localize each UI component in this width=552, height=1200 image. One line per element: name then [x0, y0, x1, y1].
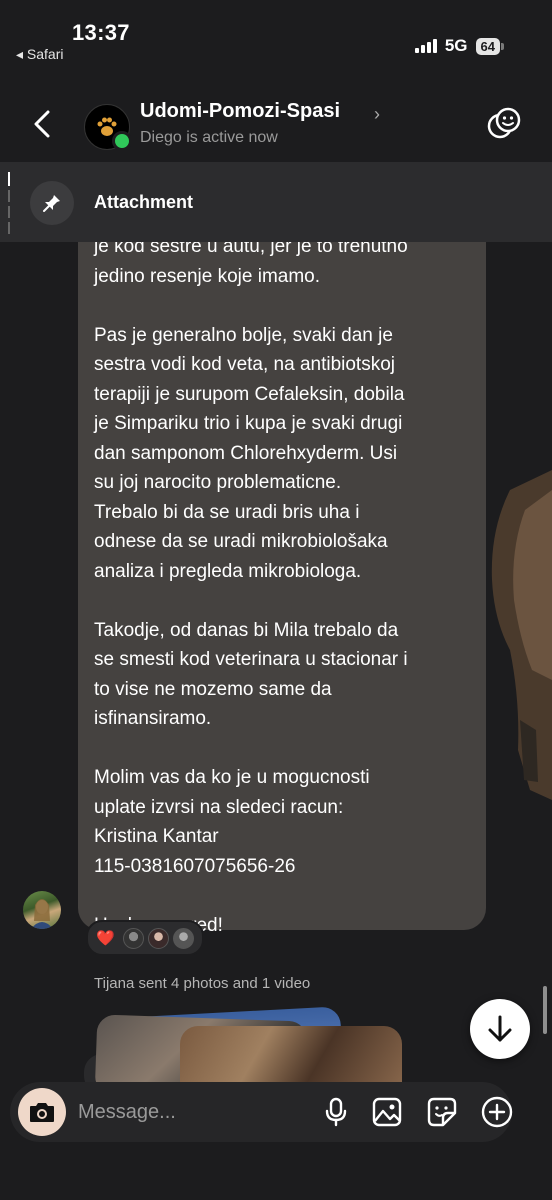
scrollbar[interactable] [543, 986, 547, 1034]
signal-icon [414, 39, 437, 53]
reactor-avatar [122, 927, 144, 949]
plus-icon[interactable] [481, 1096, 513, 1128]
chat-title[interactable]: Udomi-Pomozi-Spasi [140, 100, 340, 123]
gallery-icon[interactable] [371, 1096, 403, 1128]
network-label: 5G [444, 36, 468, 55]
pinned-label: Attachment [94, 192, 194, 212]
background-photo [480, 470, 552, 810]
battery-level: 64 [475, 37, 500, 55]
arrow-down-icon [488, 1015, 512, 1042]
reactions-bar[interactable]: ❤️ [86, 920, 204, 956]
online-status-dot [112, 131, 132, 151]
message-paragraph: Pas je generalno bolje, svaki dan je ses… [94, 324, 405, 582]
reactor-avatar [172, 927, 194, 949]
camera-icon [30, 1103, 54, 1122]
sticker-icon[interactable] [426, 1096, 458, 1128]
pin-icon [30, 181, 74, 225]
message-text: je kod sestre u autu, jer je to trenutno… [94, 232, 484, 940]
microphone-icon[interactable] [320, 1096, 352, 1128]
message-input[interactable] [78, 1096, 298, 1128]
media-sent-note: Tijana sent 4 photos and 1 video [94, 975, 311, 992]
back-chevron-icon[interactable] [28, 104, 58, 144]
reactor-avatar [147, 927, 169, 949]
active-status: Diego is active now [140, 129, 278, 146]
heart-reaction-icon: ❤️ [96, 930, 115, 947]
status-indicators: 5G 64 [414, 36, 504, 56]
scroll-to-bottom-button[interactable] [470, 999, 530, 1059]
chevron-right-icon[interactable]: › [374, 104, 380, 125]
sender-avatar[interactable] [23, 891, 61, 929]
message-paragraph: Takodje, od danas bi Mila trebalo da se … [94, 619, 408, 730]
message-paragraph: Molim vas da ko je u mogucnosti uplate i… [94, 767, 370, 877]
effects-icon[interactable] [486, 106, 522, 142]
status-time: 13:37 [72, 20, 130, 45]
battery-icon: 64 [475, 37, 504, 55]
back-to-safari-link[interactable]: ◂ Safari [16, 46, 64, 63]
pinned-message-bar[interactable] [0, 162, 552, 242]
pinned-indicator [8, 172, 12, 234]
camera-button[interactable] [18, 1088, 66, 1136]
